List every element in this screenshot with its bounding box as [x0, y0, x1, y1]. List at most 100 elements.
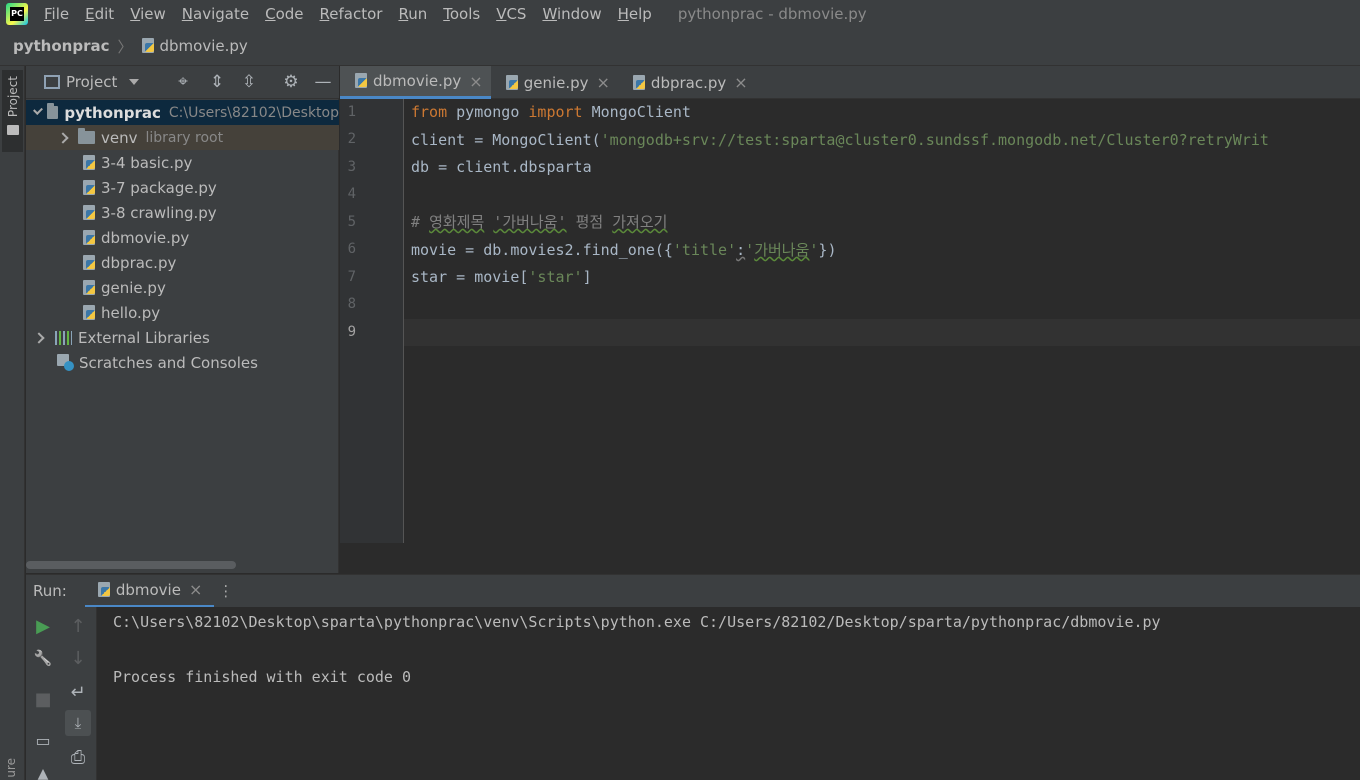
code-line-1[interactable]: from pymongo import MongoClient	[411, 99, 691, 126]
expand-all-icon[interactable]: ⇕	[207, 72, 227, 92]
tree-item-label: dbmovie.py	[101, 228, 190, 247]
menu-refactor[interactable]: Refactor	[312, 5, 391, 23]
tree-item-label: pythonprac	[64, 103, 161, 122]
tree-item-label: 3-8 crawling.py	[101, 203, 217, 222]
breadcrumb-project[interactable]: pythonprac	[13, 37, 110, 55]
tree-item-3-7-package[interactable]: 3-7 package.py	[26, 175, 339, 200]
python-file-icon	[82, 204, 97, 221]
menu-navigate[interactable]: Navigate	[174, 5, 257, 23]
breadcrumb: pythonprac 〉 dbmovie.py	[0, 27, 1360, 66]
python-file-icon	[141, 38, 156, 54]
tree-item-3-8-crawling[interactable]: 3-8 crawling.py	[26, 200, 339, 225]
code-editor[interactable]: from pymongo import MongoClient client =…	[404, 99, 1360, 543]
tree-item-label: venv	[101, 128, 138, 147]
run-tab-label: dbmovie	[115, 580, 181, 599]
left-tool-stripe: Project ure	[0, 66, 25, 780]
folder-icon	[47, 103, 59, 119]
line-number: 7	[347, 269, 356, 285]
code-line-3[interactable]: db = client.dbsparta	[411, 154, 592, 181]
project-panel-title[interactable]: Project	[66, 73, 117, 91]
tree-item-hello[interactable]: hello.py	[26, 300, 339, 325]
tree-item-label: genie.py	[101, 278, 166, 297]
tree-horizontal-scrollbar[interactable]	[26, 561, 236, 569]
close-icon[interactable]: ×	[189, 580, 202, 599]
locate-icon[interactable]: ⌖	[173, 72, 193, 92]
code-line-6[interactable]: movie = db.movies2.find_one({'title':'가버…	[411, 237, 836, 264]
tree-item-external-libraries[interactable]: External Libraries	[26, 325, 339, 350]
down-arrow-icon[interactable]: ↓	[65, 645, 91, 671]
menu-view[interactable]: View	[122, 5, 174, 23]
scroll-to-end-icon[interactable]: ⤓	[65, 710, 91, 736]
library-icon	[55, 330, 72, 345]
more-options-icon[interactable]: ⋮	[218, 582, 233, 600]
tree-item-venv[interactable]: venv library root	[26, 125, 339, 150]
menu-vcs[interactable]: VCS	[488, 5, 534, 23]
up-arrow-icon[interactable]: ↑	[65, 613, 91, 639]
line-number-gutter[interactable]: 1 2 3 4 5 6 7 8 9	[340, 99, 404, 543]
tree-item-genie[interactable]: genie.py	[26, 275, 339, 300]
layout-icon[interactable]: ▭	[30, 727, 56, 753]
project-tool-window-button[interactable]: Project	[2, 70, 23, 152]
collapse-all-icon[interactable]: ⇳	[239, 72, 259, 92]
tree-item-dbmovie[interactable]: dbmovie.py	[26, 225, 339, 250]
tree-item-label: hello.py	[101, 303, 161, 322]
tree-item-scratches[interactable]: Scratches and Consoles	[26, 350, 339, 375]
python-file-icon	[82, 229, 97, 246]
project-tree: pythonprac C:\Users\82102\Desktop venv l…	[26, 99, 339, 573]
scratches-icon	[57, 354, 74, 371]
tree-item-3-4-basic[interactable]: 3-4 basic.py	[26, 150, 339, 175]
run-icon[interactable]: ▶	[30, 613, 56, 639]
close-icon[interactable]: ×	[734, 73, 747, 92]
run-panel-header: Run: dbmovie × ⋮	[26, 574, 1360, 608]
code-line-7[interactable]: star = movie['star']	[411, 264, 592, 291]
print-icon[interactable]: ⎙	[65, 744, 91, 770]
menu-file[interactable]: File	[36, 5, 77, 23]
chevron-right-icon[interactable]	[33, 331, 45, 344]
menu-tools[interactable]: Tools	[435, 5, 488, 23]
tree-item-dbprac[interactable]: dbprac.py	[26, 250, 339, 275]
console-line: Process finished with exit code 0	[113, 668, 412, 686]
line-number: 6	[347, 241, 356, 257]
chevron-down-icon[interactable]	[32, 105, 43, 115]
python-file-icon	[82, 304, 97, 321]
window-title: pythonprac - dbmovie.py	[677, 4, 867, 23]
hide-panel-icon[interactable]: —	[313, 72, 333, 92]
stop-icon[interactable]: ■	[30, 686, 56, 712]
gear-icon[interactable]: ⚙	[281, 72, 301, 92]
tab-dbmovie[interactable]: dbmovie.py ×	[340, 66, 491, 99]
structure-tool-window-button[interactable]: ure	[4, 758, 18, 778]
project-view-icon	[44, 75, 60, 89]
run-tab-dbmovie[interactable]: dbmovie ×	[84, 574, 215, 608]
menu-window[interactable]: Window	[534, 5, 609, 23]
menu-bar: PC File Edit View Navigate Code Refactor…	[0, 0, 1360, 27]
python-file-icon	[354, 73, 369, 89]
close-icon[interactable]: ×	[597, 73, 610, 92]
code-line-5[interactable]: # 영화제목 '가버나움' 평점 가져오기	[411, 209, 667, 236]
chevron-right-icon[interactable]	[57, 131, 69, 144]
tab-dbprac[interactable]: dbprac.py ×	[618, 66, 756, 99]
python-file-icon	[82, 154, 97, 171]
pin-icon[interactable]: ▲	[30, 761, 56, 780]
breadcrumb-file[interactable]: dbmovie.py	[160, 37, 248, 55]
line-number: 5	[347, 214, 356, 230]
tab-genie[interactable]: genie.py ×	[491, 66, 618, 99]
menu-code[interactable]: Code	[257, 5, 311, 23]
pycharm-logo-icon: PC	[6, 2, 28, 25]
menu-edit[interactable]: Edit	[77, 5, 122, 23]
soft-wrap-icon[interactable]: ↵	[65, 679, 91, 705]
chevron-down-icon[interactable]	[129, 79, 140, 85]
close-icon[interactable]: ×	[469, 72, 482, 91]
run-console[interactable]: C:\Users\82102\Desktop\sparta\pythonprac…	[97, 607, 1360, 780]
editor-bottom-area	[340, 543, 1360, 573]
code-line-2[interactable]: client = MongoClient('mongodb+srv://test…	[411, 127, 1269, 154]
tab-label: dbmovie.py	[373, 72, 462, 90]
wrench-icon[interactable]: 🔧	[30, 645, 56, 671]
python-file-icon	[82, 179, 97, 196]
tab-label: dbprac.py	[650, 73, 727, 92]
line-number: 3	[347, 159, 356, 175]
editor-tab-bar: dbmovie.py × genie.py × dbprac.py ×	[340, 66, 1360, 99]
menu-run[interactable]: Run	[390, 5, 435, 23]
line-number: 2	[347, 131, 356, 147]
menu-help[interactable]: Help	[610, 5, 660, 23]
tree-item-pythonprac[interactable]: pythonprac C:\Users\82102\Desktop	[26, 100, 339, 125]
